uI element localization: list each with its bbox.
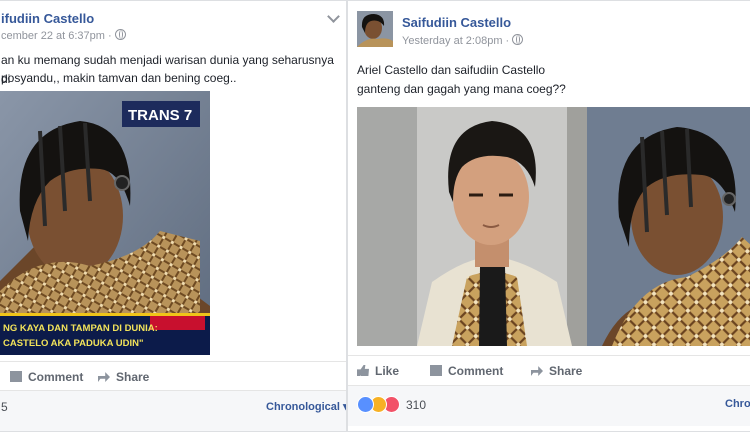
share-label: Share <box>116 370 150 384</box>
globe-icon <box>512 34 524 45</box>
reaction-count[interactable]: 310 <box>406 398 426 412</box>
thumbs-up-icon <box>357 365 369 376</box>
sort-dropdown[interactable]: Chrono <box>725 398 750 410</box>
chevron-down-icon[interactable] <box>327 10 340 23</box>
post-text-line-2: ganteng dan gagah yang mana coeg?? <box>357 82 566 96</box>
author-name[interactable]: Saifudiin Castello <box>402 15 511 30</box>
sort-label: Chronological <box>266 401 340 413</box>
like-button[interactable]: Like <box>357 364 399 378</box>
post-timestamp[interactable]: cember 22 at 6:37pm · <box>1 29 126 42</box>
timestamp-text[interactable]: cember 22 at 6:37pm · <box>1 30 112 42</box>
post-text-line-2: posyandu,, makin tamvan dan bening coeg.… <box>1 71 237 85</box>
sort-label: Chrono <box>725 398 750 410</box>
share-button[interactable]: Share <box>531 364 582 378</box>
right-post: Saifudiin Castello Yesterday at 2:08pm ·… <box>347 0 750 432</box>
action-bar: Comment Share <box>0 361 346 392</box>
share-button[interactable]: Share <box>98 370 149 384</box>
comment-icon <box>10 371 22 382</box>
share-icon <box>531 366 543 376</box>
reaction-count[interactable]: 5 <box>1 400 8 414</box>
avatar-image <box>357 11 393 47</box>
avatar[interactable] <box>357 11 393 47</box>
share-label: Share <box>549 364 583 378</box>
comment-icon <box>430 365 442 376</box>
post-photo[interactable]: TRANS 7 NG KAYA DAN TAMPAN DI DUNIA: CAS… <box>0 91 210 355</box>
globe-icon <box>114 29 126 40</box>
author-name[interactable]: ifudiin Castello <box>1 11 94 26</box>
photo-illustration <box>357 107 750 346</box>
caret-down-icon: ▾ <box>340 401 346 413</box>
comment-button[interactable]: Comment <box>10 370 83 384</box>
channel-logo: TRANS 7 <box>128 107 192 124</box>
action-bar: Like Comment Share <box>348 355 750 386</box>
reactions-footer: 5 Chronological ▾ <box>0 390 346 431</box>
timestamp-text[interactable]: Yesterday at 2:08pm · <box>402 35 509 47</box>
post-photo[interactable] <box>357 107 750 346</box>
left-post: ifudiin Castello cember 22 at 6:37pm · a… <box>0 0 347 432</box>
comment-label: Comment <box>28 370 84 384</box>
post-timestamp[interactable]: Yesterday at 2:08pm · <box>402 34 524 47</box>
post-text-line-1: Ariel Castello dan saifudiin Castello <box>357 63 546 77</box>
share-icon <box>98 372 110 382</box>
like-reaction-icon[interactable] <box>357 396 374 413</box>
caption-line-1: NG KAYA DAN TAMPAN DI DUNIA: <box>3 323 158 334</box>
comment-button[interactable]: Comment <box>430 364 503 378</box>
caption-line-2: CASTELO AKA PADUKA UDIN" <box>3 338 144 349</box>
like-label: Like <box>375 364 400 378</box>
comment-label: Comment <box>448 364 504 378</box>
photo-illustration: TRANS 7 NG KAYA DAN TAMPAN DI DUNIA: CAS… <box>0 91 210 355</box>
reactions-footer: 310 Chrono <box>348 385 750 426</box>
sort-dropdown[interactable]: Chronological ▾ <box>266 400 346 413</box>
